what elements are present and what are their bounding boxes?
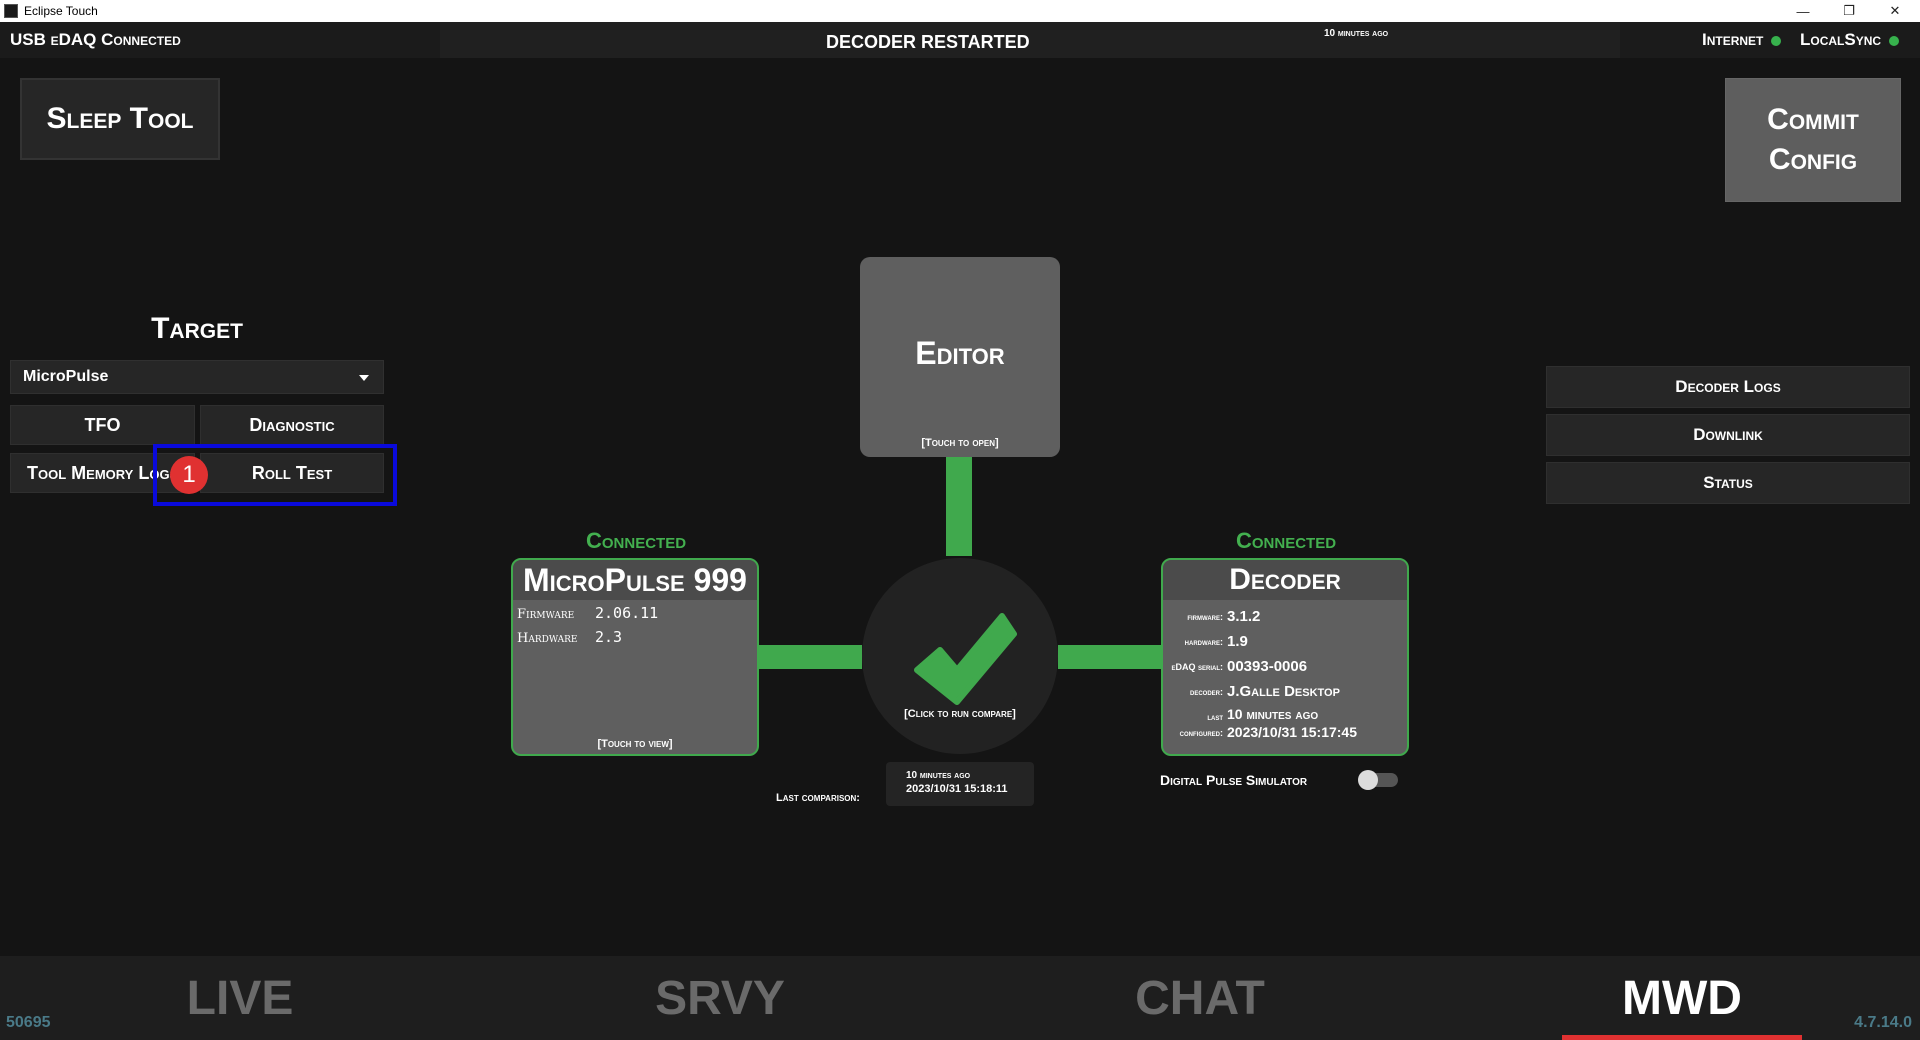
chevron-down-icon xyxy=(359,375,369,381)
last-comparison-date: 2023/10/31 15:18:11 xyxy=(906,783,1008,795)
tab-mwd[interactable]: MWD xyxy=(1562,956,1802,1040)
commit-config-line2: Config xyxy=(1768,143,1858,176)
micropulse-status: Connected xyxy=(585,528,687,553)
simulator-toggle-knob xyxy=(1358,770,1378,790)
window-titlebar: Eclipse Touch — ❐ ✕ xyxy=(0,0,1920,22)
tab-live[interactable]: LIVE xyxy=(140,956,340,1040)
micropulse-hardware-row: Hardware 2.3 xyxy=(517,626,658,650)
decoder-firmware-label: firmware: xyxy=(1187,611,1223,622)
commit-config-line1: Commit xyxy=(1767,103,1859,136)
downlink-button[interactable]: Downlink xyxy=(1546,414,1910,456)
internet-status: Internet xyxy=(1702,30,1782,50)
localsync-label: LocalSync xyxy=(1800,30,1882,49)
decoder-name-label: decoder: xyxy=(1190,686,1223,697)
tfo-button[interactable]: TFO xyxy=(10,405,195,445)
minimize-icon[interactable]: — xyxy=(1780,0,1826,22)
decoder-status: Connected xyxy=(1235,528,1337,553)
decoder-serial-label: eDAQ serial: xyxy=(1171,661,1223,672)
decoder-info: firmware: 3.1.2 hardware: 1.9 eDAQ serial:… xyxy=(1163,604,1407,741)
editor-panel[interactable]: Editor [Touch to open] xyxy=(860,257,1060,457)
decoder-hardware-label: hardware: xyxy=(1184,636,1223,647)
tab-mwd-label: MWD xyxy=(1622,971,1742,1025)
decoder-serial-row: eDAQ serial: 00393-0006 xyxy=(1163,654,1407,679)
micropulse-hardware-value: 2.3 xyxy=(595,628,623,646)
window-title: Eclipse Touch xyxy=(24,4,98,18)
commit-config-button[interactable]: Commit Config xyxy=(1725,78,1901,202)
micropulse-panel[interactable]: MicroPulse 999 Firmware 2.06.11 Hardware 2… xyxy=(511,558,759,756)
compare-button[interactable]: [Click to run compare] xyxy=(862,558,1058,754)
status-button[interactable]: Status xyxy=(1546,462,1910,504)
decoder-configured-values: 10 minutes ago 2023/10/31 15:17:45 xyxy=(1227,705,1357,741)
decoder-configured-label-1: last xyxy=(1207,712,1223,722)
status-message: DECODER RESTARTED xyxy=(826,32,1030,52)
target-select[interactable]: MicroPulse xyxy=(10,360,384,394)
editor-hint: [Touch to open] xyxy=(921,437,999,449)
compare-hint: [Click to run compare] xyxy=(904,708,1016,720)
editor-title: Editor xyxy=(915,335,1005,371)
decoder-name-value: J.Galle Desktop xyxy=(1227,683,1340,700)
decoder-configured-row: last configured: 10 minutes ago 2023/10/… xyxy=(1163,705,1407,741)
simulator-toggle[interactable] xyxy=(1358,770,1398,790)
decoder-panel: Decoder firmware: 3.1.2 hardware: 1.9 eDAQ… xyxy=(1161,558,1409,756)
last-comparison-label: Last comparison: xyxy=(776,792,860,804)
status-bar: USB eDAQ Connected DECODER RESTARTED 10 … xyxy=(0,22,1920,58)
micropulse-info: Firmware 2.06.11 Hardware 2.3 xyxy=(517,602,658,650)
decoder-configured-ago: 10 minutes ago xyxy=(1227,706,1319,722)
micropulse-title: MicroPulse 999 xyxy=(513,560,757,600)
last-comparison-ago: 10 minutes ago xyxy=(906,770,971,781)
micropulse-hardware-label: Hardware xyxy=(517,631,578,646)
tab-chat[interactable]: CHAT xyxy=(1100,956,1300,1040)
micropulse-firmware-label: Firmware xyxy=(517,607,575,622)
diagnostic-button[interactable]: Diagnostic xyxy=(200,405,384,445)
internet-label: Internet xyxy=(1702,30,1764,49)
status-time: 10 minutes ago xyxy=(1324,28,1389,39)
active-tab-indicator xyxy=(1562,1035,1802,1040)
connector-decoder xyxy=(1058,645,1162,669)
decoder-logs-button[interactable]: Decoder Logs xyxy=(1546,366,1910,408)
decoder-name-row: decoder: J.Galle Desktop xyxy=(1163,679,1407,704)
internet-dot-icon xyxy=(1771,35,1782,46)
simulator-label: Digital Pulse Simulator xyxy=(1160,772,1308,788)
micropulse-firmware-value: 2.06.11 xyxy=(595,604,659,622)
session-code: 50695 xyxy=(6,1014,51,1031)
app-version: 4.7.14.0 xyxy=(1854,1014,1912,1031)
checkmark-icon xyxy=(914,613,1017,705)
usb-status: USB eDAQ Connected xyxy=(10,30,181,49)
app-icon xyxy=(4,4,18,18)
decoder-firmware-row: firmware: 3.1.2 xyxy=(1163,604,1407,629)
decoder-configured-date: 2023/10/31 15:17:45 xyxy=(1227,724,1357,740)
localsync-dot-icon xyxy=(1889,35,1900,46)
decoder-title: Decoder xyxy=(1163,560,1407,600)
status-message-strip xyxy=(440,22,1620,58)
connector-micropulse xyxy=(758,645,862,669)
decoder-hardware-value: 1.9 xyxy=(1227,633,1248,650)
decoder-configured-label-2: configured: xyxy=(1179,728,1223,738)
target-selected-value: MicroPulse xyxy=(23,368,109,385)
tab-srvy[interactable]: SRVY xyxy=(620,956,820,1040)
decoder-serial-value: 00393-0006 xyxy=(1227,658,1308,675)
target-heading: Target xyxy=(151,312,243,345)
bottom-nav: 50695 LIVE SRVY CHAT MWD 4.7.14.0 xyxy=(0,956,1920,1040)
decoder-firmware-value: 3.1.2 xyxy=(1227,608,1261,625)
micropulse-hint: [Touch to view] xyxy=(597,738,673,750)
connector-editor xyxy=(946,456,972,556)
close-icon[interactable]: ✕ xyxy=(1872,0,1918,22)
annotation-badge: 1 xyxy=(170,456,208,494)
sleep-tool-button[interactable]: Sleep Tool xyxy=(20,78,220,160)
micropulse-firmware-row: Firmware 2.06.11 xyxy=(517,602,658,626)
restore-icon[interactable]: ❐ xyxy=(1826,0,1872,22)
localsync-status: LocalSync xyxy=(1800,30,1900,50)
decoder-hardware-row: hardware: 1.9 xyxy=(1163,629,1407,654)
decoder-configured-label: last configured: xyxy=(1163,709,1227,741)
last-comparison-box: 10 minutes ago 2023/10/31 15:18:11 xyxy=(886,762,1034,806)
